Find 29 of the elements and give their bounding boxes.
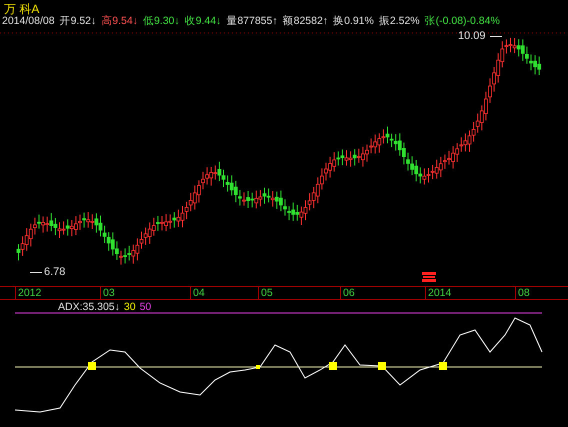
quote-field: 额82582↑ <box>282 14 328 28</box>
signal-marker <box>439 362 447 370</box>
quote-field: 低9.30↓ <box>142 14 180 28</box>
axis-label: 05 <box>261 287 273 299</box>
axis-label: 08 <box>518 287 530 299</box>
axis-label: 04 <box>193 287 205 299</box>
adx-reading: ADX:35.305↓ <box>58 301 120 313</box>
quote-field: 高9.54↓ <box>101 14 138 28</box>
quote-field: 开9.52↓ <box>60 14 96 28</box>
signal-marker <box>378 362 386 370</box>
quote-field: 2014/08/08 <box>2 14 55 28</box>
stock-name: 万 科A <box>4 2 40 14</box>
axis-label: 2012 <box>18 287 42 299</box>
quote-field: 收9.44↓ <box>184 14 222 28</box>
axis-label: 06 <box>343 287 355 299</box>
quote-field: 换0.91% <box>333 14 374 28</box>
quote-field: 量877855↑ <box>226 14 278 28</box>
axis-label: 2014 <box>428 287 452 299</box>
high-price-label: 10.09 <box>458 30 486 42</box>
quote-field: 张(-0.08)-0.84% <box>424 14 500 28</box>
level-label: 30 <box>124 301 136 313</box>
signal-marker <box>88 362 96 370</box>
event-marker-icon <box>422 272 436 282</box>
axis-label: 03 <box>103 287 115 299</box>
low-price-label: 6.78 <box>44 266 66 278</box>
signal-marker <box>329 362 337 370</box>
signal-marker <box>256 365 260 369</box>
level-label: 50 <box>140 301 152 313</box>
quote-field: 振2.52% <box>378 14 420 28</box>
